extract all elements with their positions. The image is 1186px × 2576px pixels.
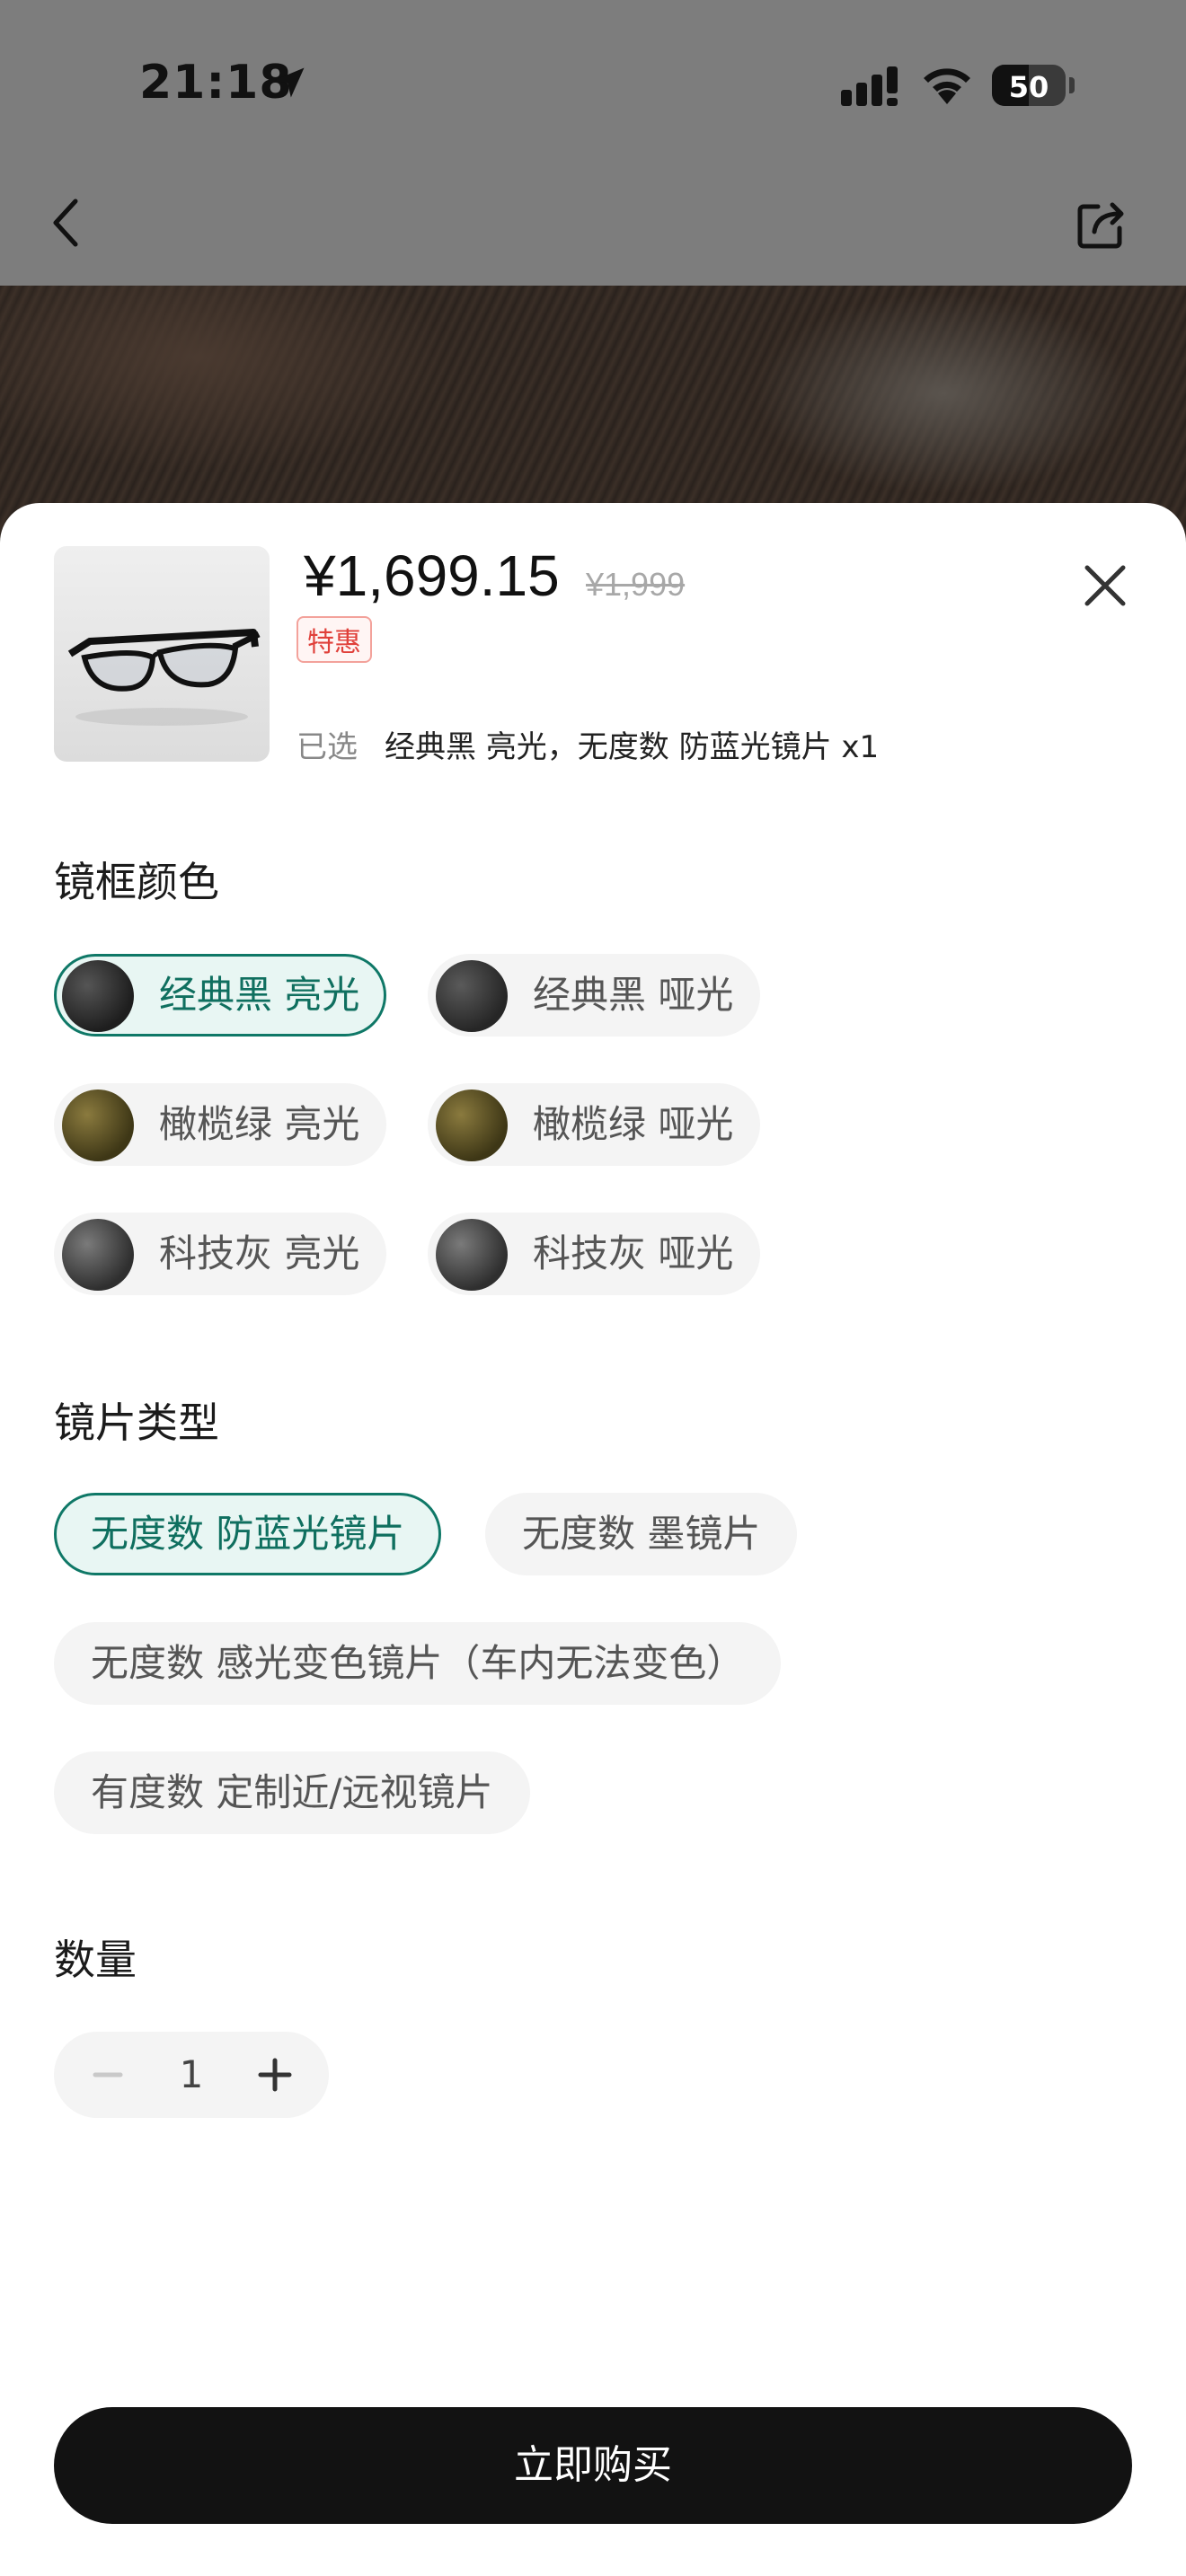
chip-label: 科技灰 亮光 [159, 1231, 360, 1275]
battery-cap [1069, 77, 1075, 93]
glasses-image [67, 629, 261, 726]
swatch-thumbnail [62, 1090, 134, 1161]
original-price: ¥1,999 [586, 566, 686, 603]
frame-option-olive-green-matte[interactable]: 橄榄绿 哑光 [428, 1083, 760, 1166]
back-chevron-icon[interactable] [45, 196, 86, 250]
selected-label: 已选 [296, 729, 358, 765]
chip-label: 经典黑 哑光 [533, 973, 734, 1017]
frame-option-classic-black-glossy[interactable]: 经典黑 亮光 [54, 954, 386, 1037]
frame-option-olive-green-glossy[interactable]: 橄榄绿 亮光 [54, 1083, 386, 1166]
frame-option-tech-gray-matte[interactable]: 科技灰 哑光 [428, 1213, 760, 1295]
chip-label: 橄榄绿 亮光 [159, 1102, 360, 1146]
lens-option-photochromic[interactable]: 无度数 感光变色镜片（车内无法变色） [54, 1622, 782, 1705]
selected-summary: 经典黑 亮光，无度数 防蓝光镜片 x1 [385, 729, 880, 765]
sku-selector-sheet: ¥1,699.15 ¥1,999 特惠 已选 经典黑 亮光，无度数 防蓝光镜片 … [0, 503, 1186, 2576]
cellular-signal-icon [841, 66, 898, 106]
swatch-thumbnail [436, 1090, 508, 1161]
swatch-thumbnail [62, 960, 134, 1032]
battery-percent: 50 [1008, 70, 1049, 104]
frame-color-title: 镜框颜色 [54, 858, 219, 906]
plus-icon[interactable] [253, 2053, 296, 2096]
quantity-title: 数量 [54, 1936, 137, 1984]
swatch-thumbnail [436, 960, 508, 1032]
swatch-thumbnail [62, 1219, 134, 1291]
chip-label: 无度数 感光变色镜片（车内无法变色） [91, 1641, 745, 1685]
chip-label: 有度数 定制近/远视镜片 [91, 1770, 493, 1814]
buy-now-button[interactable]: 立即购买 [54, 2407, 1132, 2524]
location-arrow-icon [274, 67, 305, 98]
quantity-stepper: 1 [54, 2032, 329, 2118]
close-icon[interactable] [1078, 559, 1132, 613]
lens-option-anti-blue[interactable]: 无度数 防蓝光镜片 [54, 1493, 442, 1575]
swatch-thumbnail [436, 1219, 508, 1291]
lens-option-prescription[interactable]: 有度数 定制近/远视镜片 [54, 1751, 530, 1834]
page-header-backdrop [0, 0, 1186, 286]
chip-label: 橄榄绿 哑光 [533, 1102, 734, 1146]
lens-type-title: 镜片类型 [54, 1398, 219, 1447]
quantity-value[interactable]: 1 [162, 2032, 221, 2118]
battery-indicator: 50 [992, 65, 1066, 106]
frame-option-classic-black-matte[interactable]: 经典黑 哑光 [428, 954, 760, 1037]
current-price: ¥1,699.15 [304, 543, 560, 608]
wifi-icon [924, 68, 970, 104]
chip-label: 科技灰 哑光 [533, 1231, 734, 1275]
lens-option-sunglasses[interactable]: 无度数 墨镜片 [485, 1493, 798, 1575]
chip-label: 无度数 墨镜片 [522, 1512, 761, 1556]
chip-label: 无度数 防蓝光镜片 [91, 1512, 405, 1556]
product-thumbnail [54, 546, 270, 762]
minus-icon[interactable] [86, 2053, 129, 2096]
chip-label: 经典黑 亮光 [159, 973, 360, 1017]
promo-badge: 特惠 [296, 616, 372, 663]
frame-option-tech-gray-glossy[interactable]: 科技灰 亮光 [54, 1213, 386, 1295]
share-icon[interactable] [1075, 198, 1128, 251]
